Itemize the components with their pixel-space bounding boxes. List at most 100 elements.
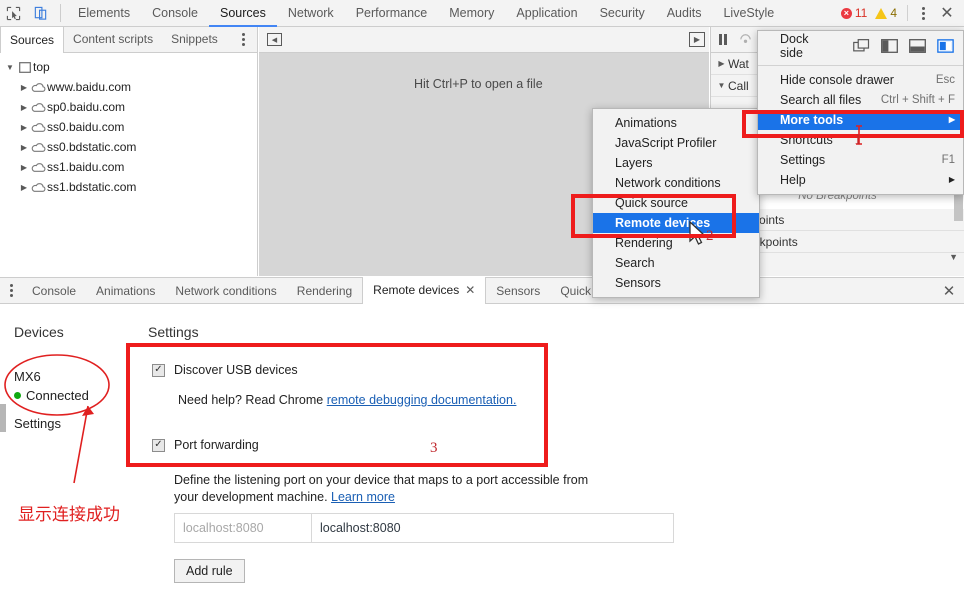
cloud-icon [30,82,47,93]
menu-item-help[interactable]: Help ▶ [758,170,963,190]
chevron-down-icon[interactable]: ▼ [949,252,958,262]
tab-livestyle[interactable]: LiveStyle [712,0,785,27]
drawer-close-icon[interactable]: ✕ [934,282,964,300]
drawer-tab-sensors[interactable]: Sensors [486,278,550,304]
close-icon[interactable]: ✕ [465,277,475,304]
chevron-right-icon[interactable]: ▶ [18,83,30,92]
discover-usb-checkbox[interactable]: ✓ [152,363,165,377]
subtab-snippets[interactable]: Snippets [162,27,227,52]
menu-item-hide-console-drawer[interactable]: Hide console drawer Esc [758,70,963,90]
tab-audits[interactable]: Audits [656,0,713,27]
port-forwarding-label: Port forwarding [174,438,259,452]
port-forwarding-checkbox[interactable]: ✓ [152,438,165,452]
dock-right-icon[interactable] [935,38,955,54]
drawer-tab-animations[interactable]: Animations [86,278,165,304]
drawer-tab-label: Remote devices [373,283,460,297]
menu-item-search-all-files[interactable]: Search all files Ctrl + Shift + F [758,90,963,110]
dock-left-icon[interactable] [880,38,900,54]
drawer-tab-rendering[interactable]: Rendering [287,278,362,304]
chevron-right-icon[interactable]: ▶ [18,163,30,172]
kebab-menu-icon[interactable] [912,6,934,20]
tab-security[interactable]: Security [589,0,656,27]
toolbar-divider-2 [907,5,908,21]
discover-usb-row[interactable]: ✓ Discover USB devices [152,363,298,377]
warning-count-badge[interactable]: 4 [875,6,897,20]
menu-item-more-tools[interactable]: More tools ▶ [758,110,963,130]
chevron-right-icon[interactable]: ▶ [18,143,30,152]
tab-elements[interactable]: Elements [67,0,141,27]
tab-console[interactable]: Console [141,0,209,27]
debugger-scrollbar[interactable] [954,193,963,221]
port-forwarding-row[interactable]: ✓ Port forwarding [152,438,259,452]
menu-divider [758,65,963,66]
chevron-right-icon[interactable]: ▶ [18,183,30,192]
menu-item-settings[interactable]: Settings F1 [758,150,963,170]
menu-item-network-conditions[interactable]: Network conditions [593,173,759,193]
tab-network[interactable]: Network [277,0,345,27]
close-icon[interactable]: ✕ [934,3,960,23]
tab-performance[interactable]: Performance [345,0,439,27]
device-toolbar-icon[interactable] [27,0,54,26]
annotation-number-1: 1 [854,132,862,148]
menu-item-javascript-profiler[interactable]: JavaScript Profiler [593,133,759,153]
step-over-icon[interactable] [739,32,752,48]
annotation-number-3: 3 [430,440,438,456]
device-name[interactable]: MX6 [14,369,41,384]
inspect-element-icon[interactable] [0,0,27,26]
annotation-number-2: 2 [706,228,714,244]
drawer-kebab-menu-icon[interactable] [0,284,22,297]
menu-item-layers[interactable]: Layers [593,153,759,173]
main-toolbar: Elements Console Sources Network Perform… [0,0,964,27]
tree-row-top[interactable]: ▼ top [0,57,257,77]
drawer-tab-console[interactable]: Console [22,278,86,304]
tab-sources[interactable]: Sources [209,0,277,27]
error-count-badge[interactable]: × 11 [840,6,867,20]
sidebar-resize-handle[interactable] [0,404,6,432]
tab-memory[interactable]: Memory [438,0,505,27]
cloud-icon [30,182,47,193]
remote-settings-pane: Settings ✓ Discover USB devices Need hel… [148,304,848,616]
tree-row-item[interactable]: ▶ ss1.baidu.com [0,157,257,177]
subtab-sources[interactable]: Sources [0,26,65,53]
chevron-down-icon[interactable]: ▼ [4,63,16,72]
dock-bottom-icon[interactable] [908,38,928,54]
menu-item-quick-source[interactable]: Quick source [593,193,759,213]
menu-item-remote-devices[interactable]: Remote devices [593,213,759,233]
chevron-right-icon[interactable]: ▶ [18,103,30,112]
tree-row-item[interactable]: ▶ www.baidu.com [0,77,257,97]
tree-row-item[interactable]: ▶ ss0.bdstatic.com [0,137,257,157]
drawer-tab-remote-devices[interactable]: Remote devices ✕ [362,277,487,304]
menu-item-sensors[interactable]: Sensors [593,273,759,293]
show-debugger-icon[interactable]: ▶ [689,32,705,47]
tree-row-item[interactable]: ▶ sp0.baidu.com [0,97,257,117]
show-navigator-icon[interactable]: ◀ [267,33,282,46]
drawer-tab-network-conditions[interactable]: Network conditions [165,278,286,304]
learn-more-link[interactable]: Learn more [331,490,395,504]
chevron-down-icon[interactable]: ▼ [715,81,728,90]
remote-debugging-doc-link[interactable]: remote debugging documentation. [327,393,517,407]
port-rule-device-port-input[interactable]: localhost:8080 [175,514,312,542]
devtools-main-menu: Dock side Hide console drawer Esc Search… [757,30,964,195]
tree-label-item: www.baidu.com [47,80,132,94]
chevron-right-icon[interactable]: ▶ [18,123,30,132]
pause-script-icon[interactable] [719,34,727,45]
menu-item-rendering[interactable]: Rendering [593,233,759,253]
menu-item-search[interactable]: Search [593,253,759,273]
tab-application[interactable]: Application [505,0,588,27]
port-rule-local-address-input[interactable]: localhost:8080 [312,514,409,542]
tree-row-item[interactable]: ▶ ss1.bdstatic.com [0,177,257,197]
subtab-content-scripts[interactable]: Content scripts [64,27,162,52]
panel-tabs: Elements Console Sources Network Perform… [67,0,785,27]
add-rule-button[interactable]: Add rule [174,559,245,583]
menu-item-animations[interactable]: Animations [593,113,759,133]
tree-label-item: ss0.baidu.com [47,120,125,134]
devices-sidebar-settings-item[interactable]: Settings [14,416,61,431]
chevron-right-icon: ▶ [948,115,955,124]
dock-undocked-icon[interactable] [852,38,872,54]
status-dot-icon [14,392,21,399]
debugger-section-label: Wat [728,56,749,71]
tree-row-item[interactable]: ▶ ss0.baidu.com [0,117,257,137]
chevron-right-icon[interactable]: ▶ [715,59,728,68]
editor-toolbar: ◀ [259,27,709,53]
sources-kebab-menu-icon[interactable] [233,33,253,46]
